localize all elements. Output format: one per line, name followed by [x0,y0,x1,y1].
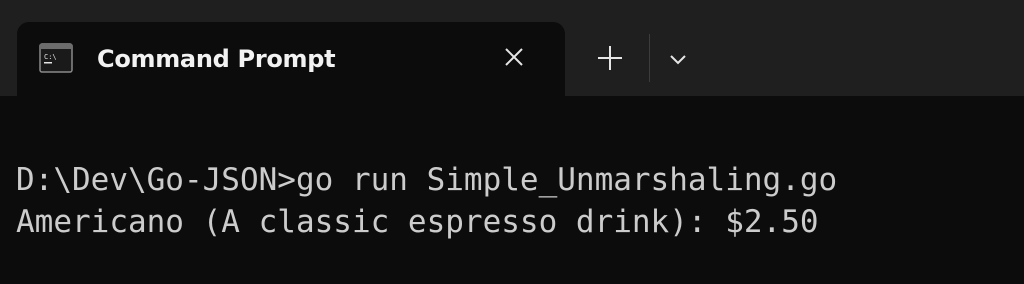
chevron-down-icon [668,51,688,70]
title-bar: C:\ Command Prompt [0,0,1024,96]
console-line-output: Americano (A classic espresso drink): $2… [16,204,819,240]
console-line-command: D:\Dev\Go-JSON>go run Simple_Unmarshalin… [16,162,838,198]
console-output[interactable]: D:\Dev\Go-JSON>go run Simple_Unmarshalin… [0,96,1024,284]
tab-title: Command Prompt [97,45,336,73]
command-prompt-icon: C:\ [39,43,73,73]
new-tab-button[interactable] [590,40,630,80]
close-tab-button[interactable] [497,42,531,76]
close-icon [503,46,525,72]
toolbar-divider [649,34,650,82]
svg-text:C:\: C:\ [44,53,57,61]
tab-dropdown-button[interactable] [660,42,696,78]
tab-command-prompt[interactable]: C:\ Command Prompt [17,22,565,96]
plus-icon [595,43,625,77]
terminal-window: C:\ Command Prompt D:\Dev\Go-JSON>go run… [0,0,1024,284]
